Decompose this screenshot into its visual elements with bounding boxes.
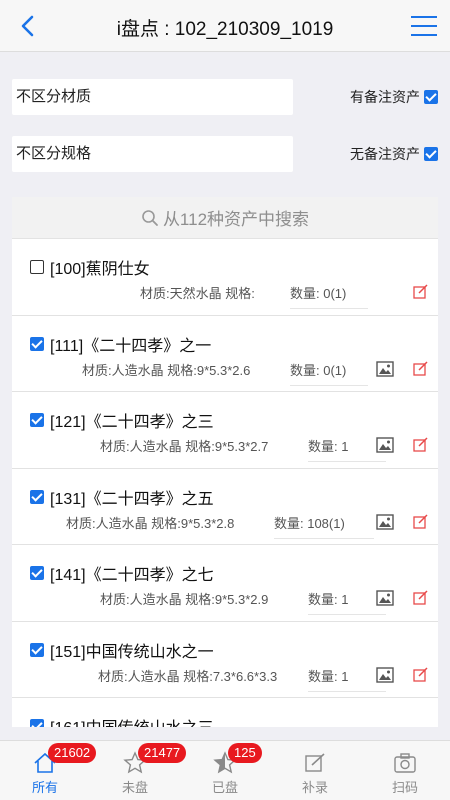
image-icon[interactable] <box>376 437 394 453</box>
item-checkbox[interactable] <box>30 489 44 504</box>
item-title: [100]蕉阴仕女 <box>50 261 150 278</box>
tab-supplement[interactable]: 补录 <box>270 741 360 800</box>
tab-scan-label: 扫码 <box>391 780 418 795</box>
tab-all-label: 所有 <box>31 780 58 795</box>
no-remark-assets-toggle[interactable]: 无备注资产 <box>350 144 438 164</box>
item-meta: 材质:人造水晶 规格:7.3*6.6*3.3 <box>98 668 278 684</box>
remark-assets-checkbox[interactable] <box>424 90 438 104</box>
list-item[interactable]: [141]《二十四孝》之七 材质:人造水晶 规格:9*5.3*2.9 数量: 1 <box>12 545 438 622</box>
quantity-underline <box>308 614 386 615</box>
asset-list-panel: 从112种资产中搜索 [100]蕉阴仕女 材质:天然水晶 规格: 数量: 0(1… <box>12 197 438 727</box>
tab-uncounted-badge: 21477 <box>138 743 187 763</box>
back-arrow-icon[interactable] <box>16 12 40 40</box>
item-title: [131]《二十四孝》之五 <box>50 490 214 508</box>
search-bar[interactable]: 从112种资产中搜索 <box>12 197 438 239</box>
asset-list: [100]蕉阴仕女 材质:天然水晶 规格: 数量: 0(1) [111]《二十四… <box>12 239 438 727</box>
item-meta: 材质:人造水晶 规格:9*5.3*2.9 <box>100 592 269 607</box>
remark-assets-toggle[interactable]: 有备注资产 <box>350 87 438 107</box>
material-select[interactable]: 不区分材质 <box>12 79 293 115</box>
edit-icon <box>305 753 325 772</box>
tab-counted-label: 已盘 <box>211 780 238 795</box>
tab-all[interactable]: 所有 21602 <box>0 741 97 800</box>
edit-icon[interactable] <box>412 666 430 684</box>
item-title: [111]《二十四孝》之一 <box>50 337 212 355</box>
no-remark-assets-label: 无备注资产 <box>350 146 420 162</box>
item-meta: 材质:人造水晶 规格:9*5.3*2.7 <box>100 439 269 454</box>
tab-counted[interactable]: 已盘 125 <box>180 741 270 800</box>
list-item[interactable]: [121]《二十四孝》之三 材质:人造水晶 规格:9*5.3*2.7 数量: 1 <box>12 392 438 469</box>
quantity-underline <box>308 461 386 462</box>
top-bar: i盘点 : 102_210309_1019 <box>0 0 450 52</box>
item-quantity[interactable]: 数量: 1 <box>308 436 348 455</box>
quantity-underline <box>290 308 368 309</box>
list-item[interactable]: [161]中国传统山水之三 <box>12 698 438 727</box>
edit-icon[interactable] <box>412 360 430 378</box>
list-item[interactable]: [100]蕉阴仕女 材质:天然水晶 规格: 数量: 0(1) <box>12 239 438 316</box>
item-quantity[interactable]: 数量: 0(1) <box>290 283 346 302</box>
bottom-tab-bar: 所有 21602 未盘 21477 已盘 125 补录 扫码 <box>0 740 450 800</box>
search-icon <box>142 209 158 226</box>
spec-filter-row: 不区分规格 无备注资产 <box>0 136 450 172</box>
spec-select[interactable]: 不区分规格 <box>12 136 293 172</box>
edit-icon[interactable] <box>412 283 430 301</box>
item-quantity[interactable]: 数量: 0(1) <box>290 360 346 379</box>
image-icon[interactable] <box>376 666 394 683</box>
material-filter-row: 不区分材质 有备注资产 <box>0 79 450 115</box>
item-checkbox[interactable] <box>30 719 44 727</box>
image-icon[interactable] <box>376 513 394 530</box>
quantity-underline <box>308 690 386 692</box>
search-placeholder: 从112种资产中搜索 <box>162 210 310 229</box>
edit-icon[interactable] <box>412 513 430 531</box>
item-meta: 材质:天然水晶 规格: <box>140 286 255 301</box>
item-title: [161]中国传统山水之三 <box>50 714 214 727</box>
list-item[interactable]: [111]《二十四孝》之一 材质:人造水晶 规格:9*5.3*2.6 数量: 0… <box>12 316 438 392</box>
tab-scan[interactable]: 扫码 <box>360 741 450 800</box>
page-title: i盘点 : 102_210309_1019 <box>116 19 334 40</box>
item-title: [151]中国传统山水之一 <box>50 643 214 661</box>
item-title: [121]《二十四孝》之三 <box>50 414 214 431</box>
tab-all-badge: 21602 <box>48 743 97 763</box>
item-checkbox[interactable] <box>30 336 44 351</box>
list-item[interactable]: [131]《二十四孝》之五 材质:人造水晶 规格:9*5.3*2.8 数量: 1… <box>12 469 438 545</box>
tab-supplement-label: 补录 <box>301 780 328 795</box>
item-checkbox[interactable] <box>30 642 44 657</box>
no-remark-assets-checkbox[interactable] <box>424 147 438 161</box>
edit-icon[interactable] <box>412 589 430 607</box>
item-checkbox[interactable] <box>30 566 44 580</box>
camera-icon <box>394 753 416 773</box>
menu-icon[interactable] <box>410 14 438 38</box>
tab-uncounted-label: 未盘 <box>121 780 148 795</box>
tab-uncounted[interactable]: 未盘 21477 <box>90 741 187 800</box>
tab-counted-badge: 125 <box>228 743 262 763</box>
edit-icon[interactable] <box>412 436 430 454</box>
item-title: [141]《二十四孝》之七 <box>50 567 214 584</box>
item-quantity[interactable]: 数量: 1 <box>308 589 348 608</box>
item-checkbox[interactable] <box>30 260 44 274</box>
item-quantity[interactable]: 数量: 1 <box>308 666 348 685</box>
item-meta: 材质:人造水晶 规格:9*5.3*2.6 <box>82 362 251 378</box>
remark-assets-label: 有备注资产 <box>350 89 420 105</box>
item-meta: 材质:人造水晶 规格:9*5.3*2.8 <box>66 515 235 531</box>
item-quantity[interactable]: 数量: 108(1) <box>274 513 345 532</box>
item-checkbox[interactable] <box>30 413 44 427</box>
quantity-underline <box>290 384 368 386</box>
list-item[interactable]: [151]中国传统山水之一 材质:人造水晶 规格:7.3*6.6*3.3 数量:… <box>12 622 438 698</box>
image-icon[interactable] <box>376 590 394 606</box>
image-icon[interactable] <box>376 360 394 377</box>
quantity-underline <box>274 537 374 539</box>
